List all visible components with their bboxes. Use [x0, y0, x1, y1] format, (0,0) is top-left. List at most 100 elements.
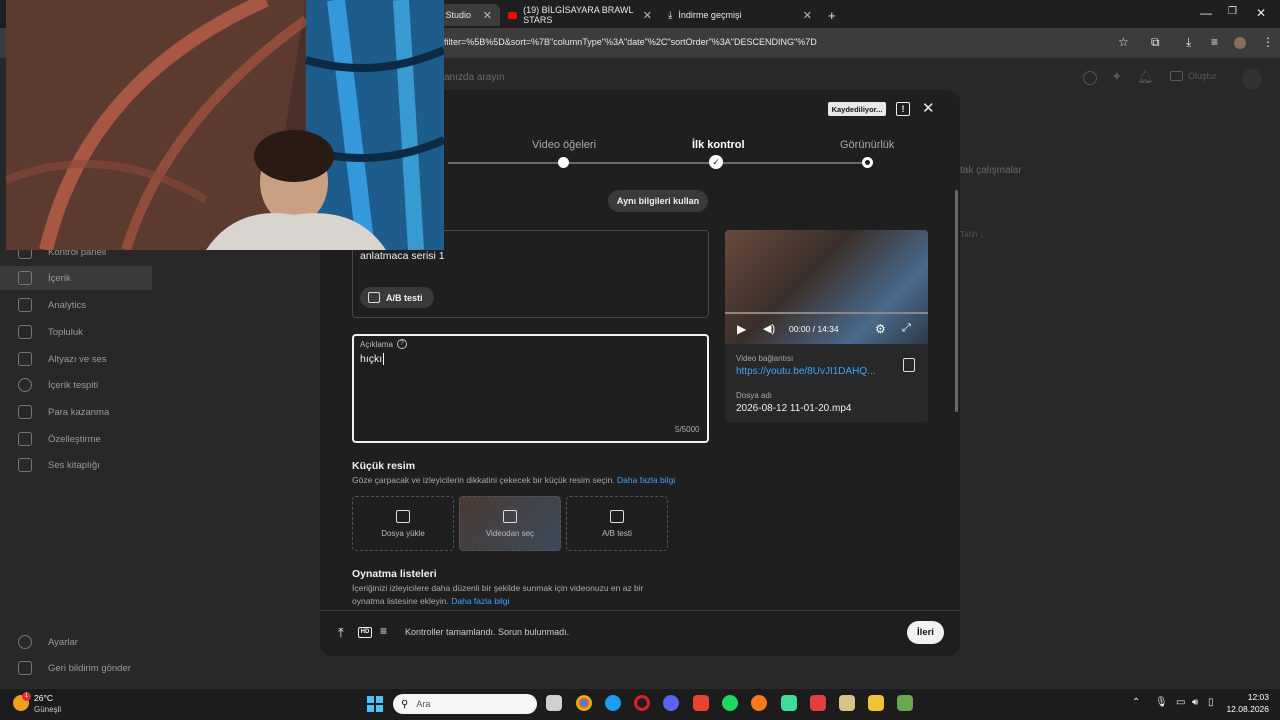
weather-temp[interactable]: 26°C — [34, 693, 53, 703]
step-video-elements-label[interactable]: Video öğeleri — [532, 139, 596, 151]
profile-avatar[interactable] — [1234, 37, 1246, 49]
volume-icon[interactable]: ◀) — [763, 322, 775, 335]
chrome-icon[interactable] — [576, 695, 592, 711]
next-button[interactable]: İleri — [907, 621, 944, 644]
sidebar-item-monetization[interactable]: Para kazanma — [0, 400, 152, 424]
sidebar-item-subtitles[interactable]: Altyazı ve ses — [0, 347, 152, 371]
task-view-icon[interactable] — [546, 695, 562, 711]
tab-label: İndirme geçmişi — [678, 10, 742, 20]
create-video-icon — [1170, 71, 1183, 81]
feedback-icon[interactable]: ! — [896, 102, 910, 116]
title-ab-test-button[interactable]: A/B testi — [360, 287, 434, 308]
sidebar-item-feedback[interactable]: Geri bildirim gönder — [0, 656, 152, 680]
play-icon[interactable]: ▶ — [737, 322, 746, 336]
recorder-icon[interactable] — [810, 695, 826, 711]
create-button[interactable]: Oluştur — [1170, 71, 1217, 81]
sidebar-item-label: Altyazı ve ses — [48, 353, 107, 365]
thumbnail-learn-more-link[interactable]: Daha fazla bilgi — [617, 475, 675, 485]
windows-start-icon[interactable] — [367, 696, 383, 712]
opera-icon[interactable] — [634, 695, 650, 711]
network-icon[interactable]: ▭ — [1176, 697, 1185, 708]
video-player[interactable]: ▶ ◀) 00:00 / 14:34 ⚙ ⤢ — [725, 230, 928, 344]
url-field[interactable]: filter=%5B%5D&sort=%7B"columnType"%3A"da… — [444, 37, 817, 47]
sidebar-item-label: Özelleştirme — [48, 433, 101, 445]
sidebar-item-analytics[interactable]: Analytics — [0, 293, 152, 317]
close-tab-icon[interactable]: ✕ — [643, 9, 652, 22]
brave-icon[interactable] — [693, 695, 709, 711]
use-same-info-button[interactable]: Aynı bilgileri kullan — [608, 190, 708, 212]
webcam-overlay — [6, 0, 444, 250]
clock-date[interactable]: 12.08.2026 — [1213, 704, 1269, 714]
sidebar-item-label: Analytics — [48, 299, 87, 311]
sidebar-item-audio-library[interactable]: Ses kitaplığı — [0, 453, 152, 477]
subtitles-icon — [18, 352, 32, 366]
sidebar-item-content[interactable]: İçerik — [0, 266, 152, 290]
playlists-desc2: oynatma listesine ekleyin. — [352, 596, 449, 606]
step-checks-check-icon[interactable]: ✓ — [709, 155, 723, 169]
edge-icon[interactable] — [605, 695, 621, 711]
minimize-icon[interactable]: — — [1200, 6, 1212, 20]
file-explorer-icon[interactable] — [868, 695, 884, 711]
thumbnail-from-video-button[interactable]: Videodan seç — [459, 496, 561, 551]
step-checks-label[interactable]: İlk kontrol — [692, 139, 745, 151]
close-icon[interactable]: ✕ — [922, 99, 935, 117]
dialog-scrollbar[interactable] — [955, 190, 958, 412]
extensions-icon[interactable]: ⧉ — [1151, 35, 1160, 50]
channel-avatar[interactable] — [1242, 69, 1262, 89]
spotify-icon[interactable] — [722, 695, 738, 711]
fullscreen-icon[interactable]: ⤢ — [902, 322, 911, 335]
close-tab-icon[interactable]: ✕ — [803, 9, 812, 22]
sidebar-item-community[interactable]: Topluluk — [0, 320, 152, 344]
help-icon[interactable]: ? — [396, 339, 407, 349]
maximize-icon[interactable]: ❐ — [1228, 6, 1237, 17]
tab-youtube[interactable]: (19) BİLGİSAYARA BRAWL STARS ✕ — [500, 4, 660, 26]
copy-icon[interactable] — [903, 358, 915, 372]
microphone-icon[interactable]: 🎙︎ — [1155, 697, 1168, 708]
thumbnail-upload-button[interactable]: Dosya yükle — [352, 496, 454, 551]
step-video-elements-dot[interactable] — [558, 157, 569, 168]
taskbar-search-input[interactable]: ⚲ Ara — [393, 694, 537, 714]
new-tab-button[interactable]: + — [820, 4, 840, 26]
tab-downloads[interactable]: ⤓ İndirme geçmişi ✕ — [660, 4, 820, 26]
footer-divider — [320, 610, 960, 611]
close-tab-icon[interactable]: ✕ — [483, 9, 492, 22]
video-link[interactable]: https://youtu.be/8UvJI1DAHQ... — [736, 366, 876, 377]
sidebar-item-customization[interactable]: Özelleştirme — [0, 427, 152, 451]
bookmark-star-icon[interactable]: ☆ — [1118, 35, 1129, 49]
app-icon[interactable] — [839, 695, 855, 711]
help-icon[interactable] — [1083, 71, 1097, 85]
whatsapp-icon[interactable] — [781, 695, 797, 711]
thumbnail-option-label: A/B testi — [602, 528, 632, 538]
sidebar-item-settings[interactable]: Ayarlar — [0, 630, 152, 654]
minecraft-icon[interactable] — [897, 695, 913, 711]
weather-desc[interactable]: Güneşli — [34, 705, 61, 714]
sidebar-item-label: Geri bildirim gönder — [48, 662, 131, 674]
description-field[interactable] — [352, 334, 709, 443]
tray-chevron-icon[interactable]: ⌃ — [1132, 697, 1140, 708]
firefox-icon[interactable] — [751, 695, 767, 711]
step-visibility-label[interactable]: Görünürlük — [840, 139, 894, 151]
reading-list-icon[interactable]: ≡ — [1211, 35, 1218, 49]
weather-badge: 1 — [22, 692, 31, 701]
thumbnail-ab-test-button[interactable]: A/B testi — [566, 496, 668, 551]
thumbnail-option-label: Videodan seç — [485, 528, 535, 538]
clock-time[interactable]: 12:03 — [1229, 692, 1269, 702]
video-frame-icon — [503, 509, 517, 523]
step-visibility-dot[interactable] — [862, 157, 873, 168]
video-progress-bar[interactable] — [725, 312, 928, 314]
thumbnail-heading: Küçük resim — [352, 460, 416, 472]
search-input[interactable]: anızda arayın — [444, 72, 505, 83]
sparkle-icon[interactable]: ✦ — [1111, 68, 1123, 85]
hd-icon: HD — [358, 627, 372, 638]
sidebar-item-label: Ayarlar — [48, 636, 78, 648]
menu-icon[interactable]: ⋮ — [1262, 35, 1274, 49]
video-preview-card: ▶ ◀) 00:00 / 14:34 ⚙ ⤢ Video bağlantısı … — [725, 230, 928, 422]
discord-icon[interactable] — [663, 695, 679, 711]
window-close-icon[interactable]: ✕ — [1256, 6, 1266, 20]
notifications-icon[interactable]: 🔔︎ — [1137, 69, 1154, 85]
playlists-learn-more-link[interactable]: Daha fazla bilgi — [451, 596, 509, 606]
volume-tray-icon[interactable]: 🔊︎ — [1192, 697, 1198, 708]
sidebar-item-copyright[interactable]: İçerik tespiti — [0, 373, 152, 397]
settings-gear-icon[interactable]: ⚙ — [875, 322, 886, 336]
downloads-icon[interactable]: ⤓ — [1186, 35, 1191, 50]
